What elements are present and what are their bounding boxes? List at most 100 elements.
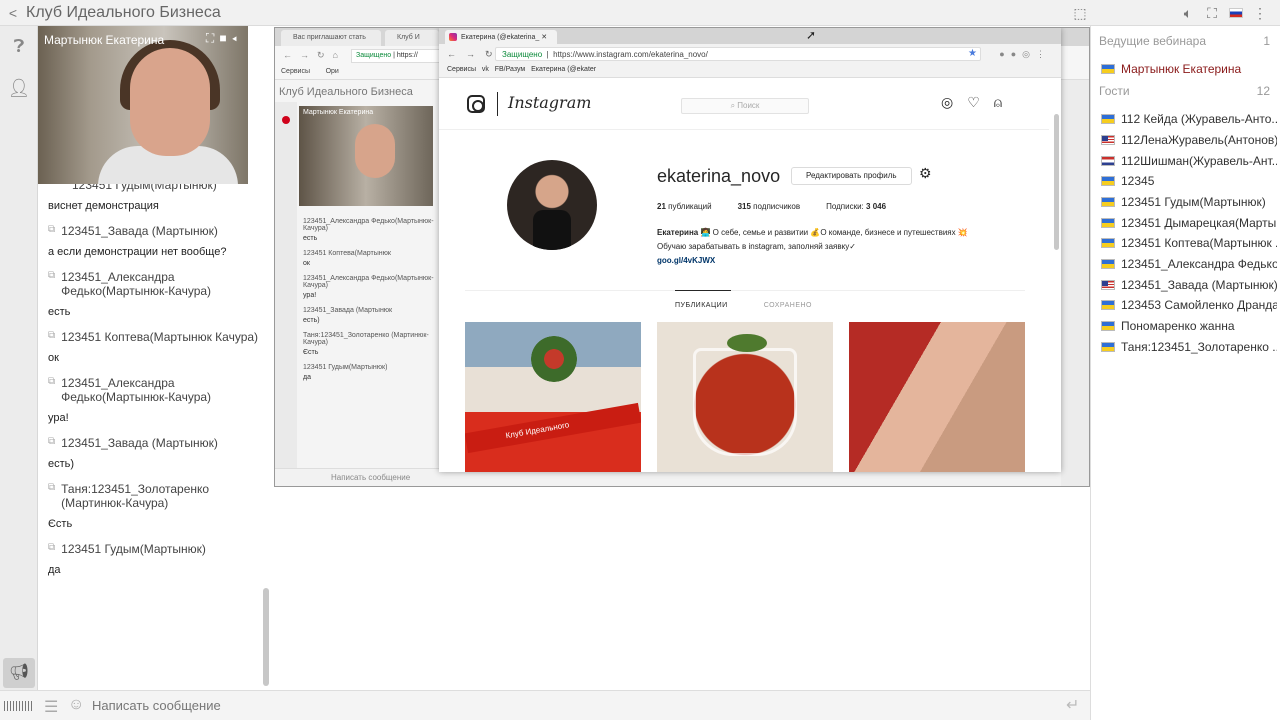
guest-row[interactable]: 123451_Завада (Мартынюк): [1101, 276, 1277, 294]
chat-message: ⧉ 123451 Гудым(Мартынюк) да: [38, 542, 262, 576]
instagram-tab[interactable]: Екатерина (@ekaterina_ ✕: [445, 30, 557, 44]
chat-message: ⧉ 123451 Коптева(Мартынюк Качура) ок: [38, 330, 262, 364]
copy-icon[interactable]: ⧉: [48, 482, 55, 493]
participants-panel: Ведущие вебинара 1 Мартынюк Екатерина Го…: [1090, 26, 1280, 720]
left-rail: ❓︎ 👤︎ 📢︎: [0, 26, 38, 720]
mini-chat-author: 123451_Александра Федько(Мартынюк-Качура…: [303, 218, 434, 232]
guest-row[interactable]: Пономаренко жанна: [1101, 317, 1277, 335]
host-row[interactable]: Мартынюк Екатерина: [1101, 60, 1277, 78]
fullscreen-icon[interactable]: ⛶: [1200, 5, 1224, 22]
outer-tab[interactable]: Вас приглашают стать: [281, 30, 381, 46]
share-icon[interactable]: <: [2, 5, 24, 21]
screen-share-toggle[interactable]: ⬚: [1068, 3, 1092, 23]
guest-row[interactable]: 112Шишман(Журавель-Ант...: [1101, 152, 1277, 170]
gear-icon[interactable]: ⚙: [919, 165, 932, 182]
layout-icon[interactable]: ⬚: [1068, 5, 1092, 22]
flag-us-icon: [1101, 135, 1115, 145]
guest-row[interactable]: 123451 Коптева(Мартынюк ...: [1101, 234, 1277, 252]
audio-level-icon: [4, 701, 34, 711]
flag-ua-icon: [1101, 300, 1115, 310]
emoji-icon[interactable]: ☺: [68, 696, 84, 714]
chat-message: ⧉ 123451_Завада (Мартынюк) а если демонст…: [38, 224, 262, 258]
chat-message: ⧉ 123451_Александра Федько(Мартынюк-Качур…: [38, 376, 262, 424]
more-menu-icon[interactable]: ⋮: [1248, 5, 1272, 22]
megaphone-icon[interactable]: 📢︎: [3, 658, 35, 688]
volume-icon[interactable]: 🔈︎: [1176, 5, 1200, 22]
post-photo[interactable]: Клуб Идеального: [465, 322, 641, 472]
inner-bookmarks-bar: Сервисы vk FB/Разум Екатерина (@ekater: [439, 64, 1061, 78]
instagram-wordmark[interactable]: Instagram: [508, 93, 591, 112]
post-photo[interactable]: [657, 322, 833, 472]
instagram-logo-icon[interactable]: [467, 95, 485, 113]
chat-author: 123451_Завада (Мартынюк): [61, 436, 218, 450]
chat-input-bar: ☰ ☺ Написать сообщение ↵: [0, 690, 1090, 720]
explore-icon[interactable]: ◎: [941, 94, 967, 110]
tab-saved[interactable]: СОХРАНЕНО: [764, 302, 812, 309]
outer-nav-icons[interactable]: ←→↻⌂: [283, 50, 346, 61]
guests-header: Гости: [1099, 84, 1130, 98]
post-photo[interactable]: [849, 322, 1025, 472]
copy-icon[interactable]: ⧉: [48, 376, 55, 387]
inner-omnibox[interactable]: Защищено | https://www.instagram.com/eka…: [495, 47, 981, 61]
send-icon[interactable]: ↵: [1066, 695, 1079, 715]
copy-icon[interactable]: ⧉: [48, 270, 55, 281]
webcam-controls: ⛶■◂: [206, 31, 242, 46]
bio-link[interactable]: goo.gl/4vKJWX: [657, 256, 715, 265]
outer-tab[interactable]: Клуб И: [385, 30, 439, 46]
copy-icon[interactable]: ⧉: [48, 224, 55, 235]
flag-ua-icon: [1101, 64, 1115, 74]
guest-row[interactable]: 123451 Дымарецкая(Марты...: [1101, 214, 1277, 232]
expand-icon[interactable]: ⛶: [206, 31, 219, 45]
guest-row[interactable]: Таня:123451_Золотаренко ...: [1101, 338, 1277, 356]
profile-icon[interactable]: ⍝: [994, 94, 1016, 110]
chat-message-text: да: [48, 564, 61, 576]
instagram-nav-icons: ◎♡⍝: [941, 94, 1016, 111]
outer-omnibox[interactable]: Защищено | https://: [351, 49, 441, 63]
copy-icon[interactable]: ⧉: [48, 542, 55, 553]
hosts-count: 1: [1263, 34, 1270, 48]
language-flag-icon[interactable]: [1224, 5, 1248, 21]
user-settings-icon[interactable]: 👤︎: [6, 78, 32, 102]
camera-icon[interactable]: ■: [219, 31, 231, 45]
posts-stat: 21 публикаций: [657, 202, 712, 211]
mini-chat-text: ок: [303, 260, 310, 267]
bookmark-star-icon[interactable]: ★: [968, 48, 977, 59]
mini-chat-text: да: [303, 374, 311, 381]
profile-bio: Екатерина 👩‍💻 О себе, семье и развитии 💰…: [657, 228, 968, 265]
flag-us-icon: [1101, 280, 1115, 290]
mute-icon[interactable]: ◂: [232, 31, 242, 45]
flag-nl-icon: [1101, 156, 1115, 166]
guest-row[interactable]: 112ЛенаЖуравель(Антонов): [1101, 131, 1277, 149]
copy-icon[interactable]: ⧉: [48, 330, 55, 341]
chat-author: 123451 Гудым(Мартынюк): [72, 184, 217, 192]
instagram-browser-window: Екатерина (@ekaterina_ ✕ ←→↻ Защищено | …: [439, 28, 1061, 472]
inner-scrollbar[interactable]: [1054, 114, 1059, 250]
chat-message-input[interactable]: Написать сообщение: [92, 698, 221, 713]
chat-message-text: Єсть: [48, 518, 73, 530]
chat-message-text: есть: [48, 306, 71, 318]
menu-icon[interactable]: ☰: [44, 697, 58, 717]
question-chat-icon[interactable]: ❓︎: [6, 36, 32, 60]
followers-stat[interactable]: 315 подписчиков: [738, 202, 801, 211]
heart-icon[interactable]: ♡: [967, 94, 994, 110]
chat-scrollbar[interactable]: [263, 588, 269, 686]
instagram-search-input[interactable]: ⌕ Поиск: [681, 98, 809, 114]
chat-author: 123451_Александра Федько(Мартынюк-Качура…: [61, 376, 212, 404]
guest-row[interactable]: 123451 Гудым(Мартынюк): [1101, 193, 1277, 211]
guest-row[interactable]: 123451_Александра Федько...: [1101, 255, 1277, 273]
tab-posts[interactable]: ПУБЛИКАЦИИ: [675, 302, 728, 309]
webcam-presenter-name: Мартынюк Екатерина: [44, 33, 165, 47]
guest-row[interactable]: 123453 Самойленко Дранда...: [1101, 296, 1277, 314]
profile-tabs: ПУБЛИКАЦИИ СОХРАНЕНО: [675, 302, 812, 309]
copy-icon[interactable]: ⧉: [48, 436, 55, 447]
flag-ua-icon: [1101, 321, 1115, 331]
guest-row[interactable]: 12345: [1101, 172, 1277, 190]
extensions-icon[interactable]: ●●◎⋮: [999, 49, 1051, 60]
profile-stats: 21 публикаций 315 подписчиков Подписки: …: [657, 202, 886, 211]
edit-profile-button[interactable]: Редактировать профиль: [791, 167, 912, 185]
profile-avatar[interactable]: [507, 160, 597, 250]
inner-url-bar: ←→↻ Защищено | https://www.instagram.com…: [439, 44, 1061, 64]
following-stat[interactable]: Подписки: 3 046: [826, 202, 886, 211]
guest-row[interactable]: 112 Кейда (Журавель-Анто...: [1101, 110, 1277, 128]
screen-share-view: Вас приглашают стать Клуб И ←→↻⌂ Защищен…: [274, 27, 1090, 487]
